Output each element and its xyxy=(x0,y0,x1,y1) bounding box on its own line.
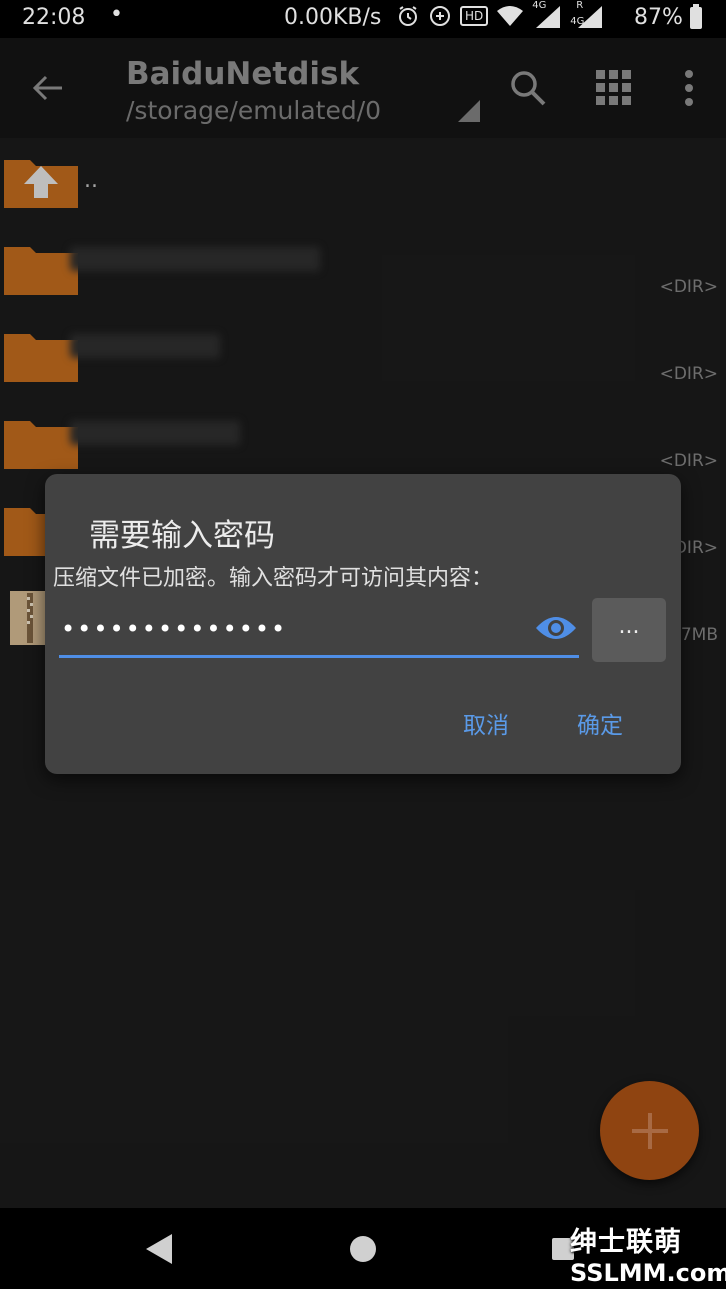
system-nav-bar: 绅士联萌 SSLMM.com xyxy=(0,1208,726,1289)
nav-home-icon[interactable] xyxy=(350,1236,376,1262)
watermark-line2: SSLMM.com xyxy=(570,1259,726,1287)
nav-back-icon[interactable] xyxy=(146,1234,172,1264)
dialog-message: 压缩文件已加密。输入密码才可访问其内容： xyxy=(53,566,494,591)
password-dialog: 需要输入密码 压缩文件已加密。输入密码才可访问其内容： ... 取消 确定 xyxy=(45,474,681,774)
browse-button[interactable]: ... xyxy=(592,598,666,662)
add-fab-button[interactable] xyxy=(600,1081,699,1180)
watermark: 绅士联萌 SSLMM.com xyxy=(570,1220,726,1287)
cancel-button[interactable]: 取消 xyxy=(463,706,509,740)
dialog-title: 需要输入密码 xyxy=(89,518,275,554)
ok-button[interactable]: 确定 xyxy=(577,706,623,740)
password-input[interactable] xyxy=(59,602,579,658)
watermark-line1: 绅士联萌 xyxy=(570,1227,682,1258)
plus-icon xyxy=(632,1113,668,1149)
eye-icon[interactable] xyxy=(535,612,577,644)
